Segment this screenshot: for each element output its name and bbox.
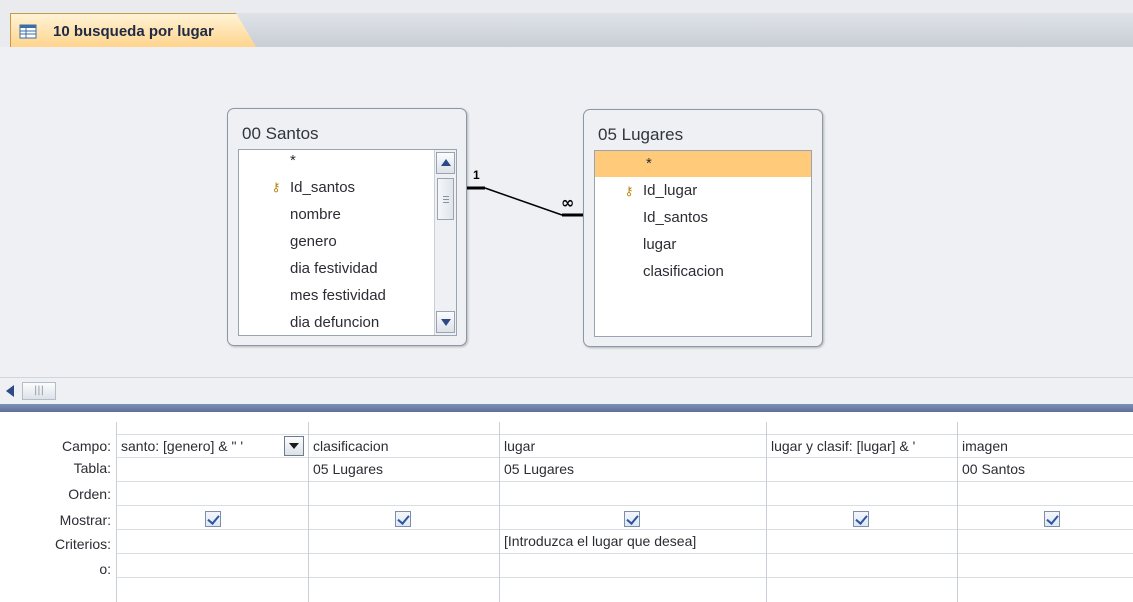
query-tab-label: 10 busqueda por lugar — [53, 23, 214, 40]
table-santos[interactable]: 00 Santos * ⚷ Id_santos nombre genero di… — [227, 108, 467, 346]
row-label-campo: Campo: — [61, 438, 111, 454]
scroll-down-icon — [441, 319, 451, 326]
criterios-cell[interactable] — [767, 530, 958, 554]
field-list-item[interactable]: * — [290, 150, 296, 174]
scroll-left-icon — [6, 385, 14, 397]
grid-column: imagen 00 Santos — [957, 422, 1133, 602]
campo-dropdown-button[interactable] — [284, 436, 304, 456]
field-list-item[interactable]: Id_lugar — [643, 178, 697, 204]
grid-column: lugar 05 Lugares [Introduzca el lugar qu… — [499, 422, 767, 602]
row-label-o: o: — [99, 561, 111, 577]
scroll-up-button[interactable] — [436, 152, 455, 174]
mostrar-checkbox[interactable] — [205, 511, 221, 527]
orden-cell[interactable] — [958, 482, 1133, 506]
table-lugares-title: 05 Lugares — [598, 125, 684, 144]
campo-cell[interactable]: clasificacion — [309, 434, 500, 458]
pane-splitter[interactable] — [0, 404, 1133, 412]
row-label-tabla: Tabla: — [73, 460, 111, 476]
o-cell[interactable] — [500, 554, 767, 578]
tabla-cell[interactable]: 05 Lugares — [500, 458, 767, 482]
field-list-item[interactable]: Id_santos — [643, 205, 708, 231]
relationship-one-label: 1 — [473, 168, 480, 182]
campo-cell[interactable]: lugar — [500, 434, 767, 458]
orden-cell[interactable] — [500, 482, 767, 506]
field-list-item[interactable]: dia defuncion — [290, 310, 379, 335]
mostrar-checkbox[interactable] — [395, 511, 411, 527]
scroll-thumb[interactable] — [437, 178, 454, 220]
tabla-cell[interactable] — [767, 458, 958, 482]
orden-cell[interactable] — [767, 482, 958, 506]
query-design-icon — [19, 24, 37, 39]
field-list-item[interactable]: mes festividad — [290, 283, 386, 309]
table-santos-field-list: * ⚷ Id_santos nombre genero dia festivid… — [238, 149, 457, 336]
field-list-item[interactable]: lugar — [643, 232, 676, 258]
o-cell[interactable] — [309, 554, 500, 578]
relationship-many-label: ∞ — [561, 193, 575, 212]
criterios-cell[interactable] — [958, 530, 1133, 554]
field-list-scrollbar[interactable] — [434, 150, 456, 335]
document-tab-bar: 10 busqueda por lugar — [0, 0, 1133, 48]
tabla-cell[interactable]: 05 Lugares — [309, 458, 500, 482]
tabla-cell[interactable] — [117, 458, 309, 482]
grid-column: santo: [genero] & " ' — [116, 422, 309, 602]
query-design-grid: Campo: Tabla: Orden: Mostrar: Criterios:… — [0, 412, 1133, 602]
mostrar-checkbox[interactable] — [1044, 511, 1060, 527]
field-list-item[interactable]: nombre — [290, 202, 341, 228]
row-label-orden: Orden: — [68, 486, 111, 502]
query-design-surface: 1 ∞ 00 Santos * ⚷ Id_santos nombre gener… — [0, 47, 1133, 377]
field-list-item[interactable]: dia festividad — [290, 256, 378, 282]
o-cell[interactable] — [958, 554, 1133, 578]
scroll-up-icon — [441, 159, 451, 166]
field-list-item[interactable]: clasificacion — [643, 259, 724, 285]
tabla-cell[interactable]: 00 Santos — [958, 458, 1133, 482]
design-horizontal-scrollbar[interactable]: ||| — [0, 377, 1133, 405]
criterios-cell[interactable] — [309, 530, 500, 554]
primary-key-icon: ⚷ — [624, 184, 634, 198]
table-lugares-field-list: * ⚷ Id_lugar Id_santos lugar clasificaci… — [594, 150, 812, 337]
field-list-item[interactable]: genero — [290, 229, 337, 255]
campo-cell[interactable]: lugar y clasif: [lugar] & ' — [767, 434, 958, 458]
relationship-line[interactable] — [0, 47, 1133, 377]
query-tab[interactable]: 10 busqueda por lugar — [10, 13, 256, 47]
table-santos-title: 00 Santos — [242, 124, 319, 143]
mostrar-checkbox[interactable] — [853, 511, 869, 527]
orden-cell[interactable] — [117, 482, 309, 506]
grid-column: lugar y clasif: [lugar] & ' — [766, 422, 958, 602]
horizontal-scroll-thumb[interactable]: ||| — [22, 382, 56, 400]
scroll-down-button[interactable] — [436, 311, 455, 333]
field-list-item-selected[interactable]: * — [595, 151, 811, 177]
grid-column: clasificacion 05 Lugares — [308, 422, 500, 602]
table-lugares[interactable]: 05 Lugares * ⚷ Id_lugar Id_santos lugar … — [583, 109, 823, 347]
row-label-criterios: Criterios: — [54, 536, 111, 552]
campo-cell[interactable]: santo: [genero] & " ' — [117, 434, 309, 458]
row-label-mostrar: Mostrar: — [59, 512, 111, 528]
campo-cell[interactable]: imagen — [958, 434, 1133, 458]
scroll-left-button[interactable] — [4, 382, 20, 400]
o-cell[interactable] — [117, 554, 309, 578]
o-cell[interactable] — [767, 554, 958, 578]
primary-key-icon: ⚷ — [271, 180, 281, 194]
criterios-cell[interactable] — [117, 530, 309, 554]
criterios-cell[interactable]: [Introduzca el lugar que desea] — [500, 530, 767, 554]
field-list-item[interactable]: Id_santos — [290, 175, 355, 201]
orden-cell[interactable] — [309, 482, 500, 506]
mostrar-checkbox[interactable] — [624, 511, 640, 527]
